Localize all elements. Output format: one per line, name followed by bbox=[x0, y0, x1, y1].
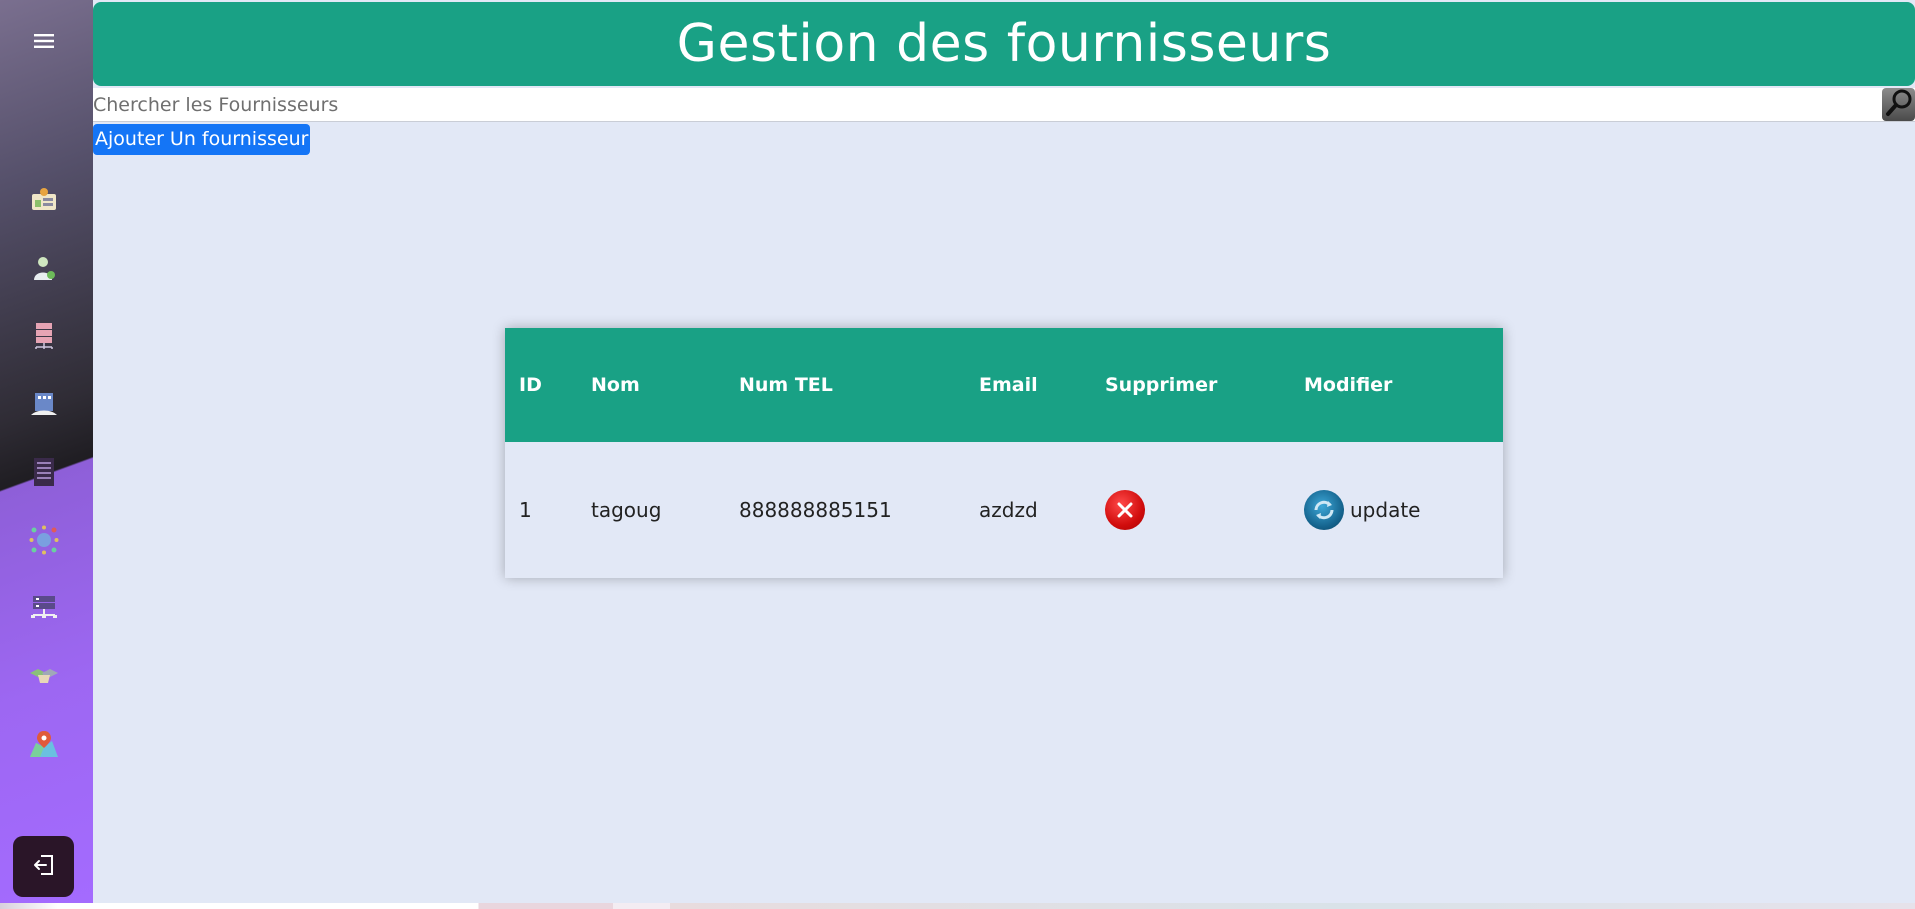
add-supplier-button[interactable]: Ajouter Un fournisseur bbox=[93, 124, 311, 155]
server-rack-icon[interactable] bbox=[26, 318, 62, 354]
logout-icon bbox=[32, 853, 56, 881]
update-label: update bbox=[1350, 498, 1421, 522]
page-title: Gestion des fournisseurs bbox=[676, 14, 1332, 74]
hamburger-menu-icon[interactable] bbox=[28, 30, 60, 52]
bottom-strip bbox=[0, 903, 1915, 909]
table-row: 1 tagoug 888888885151 azdzd update bbox=[505, 442, 1503, 578]
cabinet-icon[interactable] bbox=[26, 454, 62, 490]
search-button[interactable] bbox=[1882, 88, 1915, 121]
column-header-supprimer: Supprimer bbox=[1105, 374, 1218, 396]
page-header: Gestion des fournisseurs bbox=[93, 2, 1915, 86]
search-input[interactable] bbox=[93, 88, 1873, 121]
cell-tel: 888888885151 bbox=[739, 498, 892, 522]
handshake-icon[interactable] bbox=[26, 658, 62, 694]
column-header-id: ID bbox=[519, 374, 542, 396]
column-header-tel: Num TEL bbox=[739, 374, 833, 396]
column-header-nom: Nom bbox=[591, 374, 640, 396]
search-icon bbox=[1884, 88, 1914, 122]
column-header-modifier: Modifier bbox=[1304, 374, 1393, 396]
database-icon[interactable] bbox=[26, 590, 62, 626]
network-icon[interactable] bbox=[26, 522, 62, 558]
cell-nom: tagoug bbox=[591, 498, 662, 522]
cell-modifier: update bbox=[1290, 442, 1503, 578]
table-header-row: ID Nom Num TEL Email Supprimer Modifier bbox=[505, 328, 1503, 442]
search-bar bbox=[93, 88, 1915, 122]
column-header-email: Email bbox=[979, 374, 1038, 396]
cell-supprimer bbox=[1091, 442, 1290, 578]
update-link[interactable]: update bbox=[1304, 490, 1420, 530]
dashboard-icon[interactable] bbox=[26, 182, 62, 218]
suppliers-table: ID Nom Num TEL Email Supprimer Modifier … bbox=[505, 328, 1503, 578]
cell-id: 1 bbox=[519, 498, 532, 522]
hospital-icon[interactable] bbox=[26, 386, 62, 422]
delete-icon[interactable] bbox=[1105, 490, 1145, 530]
logout-button[interactable] bbox=[13, 836, 74, 897]
map-pin-icon[interactable] bbox=[26, 726, 62, 762]
sidebar bbox=[0, 0, 93, 909]
user-add-icon[interactable] bbox=[26, 250, 62, 286]
cell-email: azdzd bbox=[979, 498, 1038, 522]
refresh-icon bbox=[1304, 490, 1344, 530]
suppliers-table-card: ID Nom Num TEL Email Supprimer Modifier … bbox=[505, 328, 1503, 578]
